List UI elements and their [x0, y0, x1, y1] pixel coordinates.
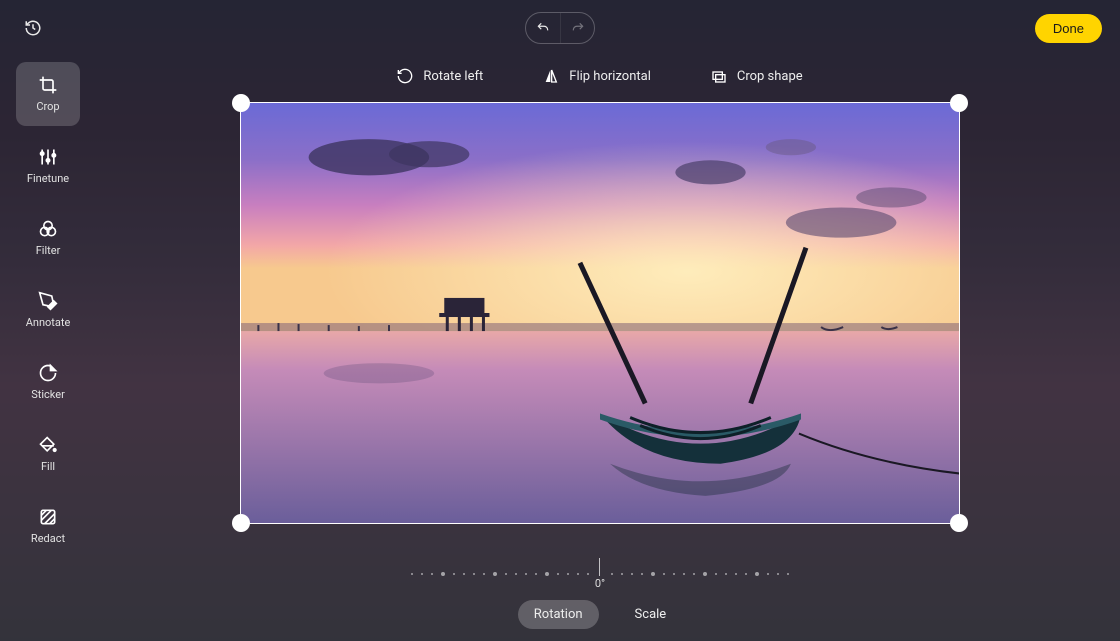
sticker-icon	[38, 363, 58, 383]
action-label: Rotate left	[423, 69, 483, 84]
hatch-icon	[38, 507, 58, 527]
tab-rotation[interactable]: Rotation	[518, 600, 599, 629]
crop-icon	[38, 75, 58, 95]
ticks-right	[611, 572, 789, 576]
redo-button[interactable]	[560, 13, 594, 43]
tool-annotate[interactable]: Annotate	[16, 278, 80, 342]
tool-sticker[interactable]: Sticker	[16, 350, 80, 414]
tab-scale[interactable]: Scale	[619, 600, 683, 629]
history-icon	[24, 19, 42, 37]
redo-icon	[571, 21, 585, 35]
top-bar: Done	[0, 0, 1120, 56]
bucket-icon	[38, 435, 58, 455]
tool-sidebar: Crop Finetune Filter Annotate Sticker Fi…	[16, 62, 80, 558]
tool-filter[interactable]: Filter	[16, 206, 80, 270]
done-button[interactable]: Done	[1035, 14, 1102, 43]
tool-label: Sticker	[31, 388, 65, 401]
crop-frame[interactable]	[240, 102, 960, 524]
rotate-left-button[interactable]: Rotate left	[397, 68, 483, 84]
undo-redo-group	[525, 12, 595, 44]
ticks-left	[411, 572, 589, 576]
tool-label: Crop	[36, 100, 59, 113]
pen-icon	[38, 291, 58, 311]
sliders-icon	[38, 147, 58, 167]
tool-redact[interactable]: Redact	[16, 494, 80, 558]
rotate-left-icon	[397, 68, 413, 84]
crop-handle-bottom-left[interactable]	[232, 514, 250, 532]
flip-horizontal-icon	[543, 68, 559, 84]
rotation-slider[interactable]: 0°	[100, 558, 1100, 590]
crop-shape-icon	[711, 68, 727, 84]
history-button[interactable]	[18, 13, 48, 43]
canvas-area	[232, 94, 968, 532]
undo-icon	[536, 21, 550, 35]
tool-label: Redact	[31, 532, 65, 545]
three-circles-icon	[38, 219, 58, 239]
slider-center-mark: 0°	[595, 558, 605, 590]
tool-finetune[interactable]: Finetune	[16, 134, 80, 198]
tool-label: Filter	[36, 244, 61, 257]
action-label: Flip horizontal	[569, 69, 651, 84]
crop-handle-bottom-right[interactable]	[950, 514, 968, 532]
tool-label: Fill	[41, 460, 55, 473]
tool-fill[interactable]: Fill	[16, 422, 80, 486]
tool-label: Finetune	[27, 172, 69, 185]
transform-tabs: Rotation Scale	[100, 600, 1100, 629]
tool-label: Annotate	[26, 316, 71, 329]
tool-crop[interactable]: Crop	[16, 62, 80, 126]
rotation-angle-label: 0°	[595, 577, 605, 590]
crop-shape-button[interactable]: Crop shape	[711, 68, 803, 84]
crop-handle-top-left[interactable]	[232, 94, 250, 112]
action-label: Crop shape	[737, 69, 803, 84]
undo-button[interactable]	[526, 13, 560, 43]
crop-actions: Rotate left Flip horizontal Crop shape	[100, 62, 1100, 90]
crop-handle-top-right[interactable]	[950, 94, 968, 112]
flip-horizontal-button[interactable]: Flip horizontal	[543, 68, 651, 84]
